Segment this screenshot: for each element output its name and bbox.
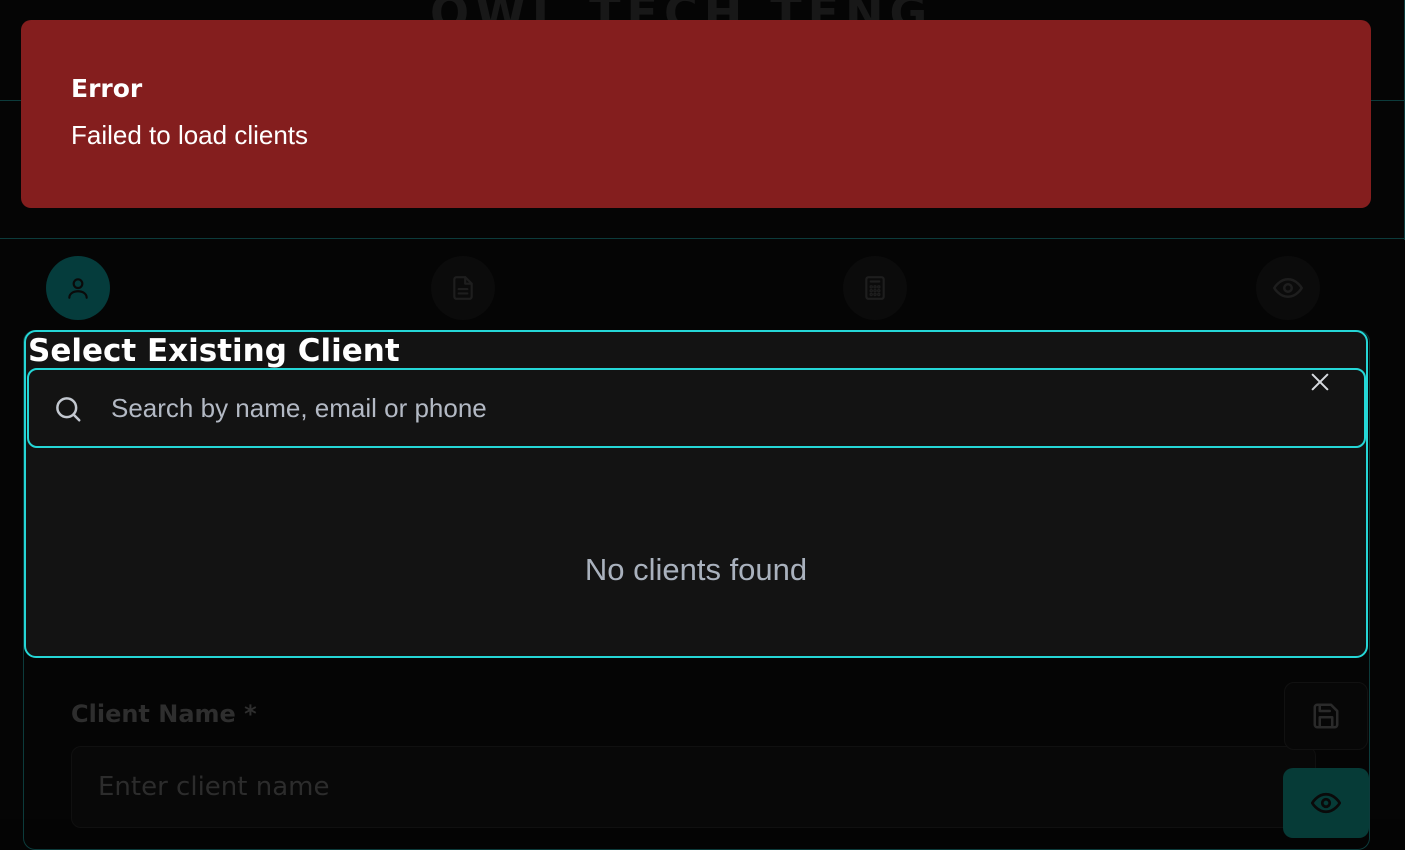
client-name-label: Client Name *	[71, 700, 257, 728]
user-icon	[68, 278, 88, 299]
step-client-info[interactable]	[46, 256, 110, 320]
section-divider	[0, 238, 1405, 239]
client-name-input[interactable]: Enter client name	[71, 746, 1316, 828]
eye-icon	[1311, 792, 1341, 814]
dialog-title: Select Existing Client	[28, 333, 400, 369]
search-icon	[56, 397, 81, 422]
error-toast: Error Failed to load clients	[21, 20, 1371, 208]
eye-icon	[1273, 278, 1303, 298]
save-button[interactable]	[1284, 682, 1368, 750]
select-client-dialog: Select Existing Client No clients found	[24, 330, 1368, 658]
step-details[interactable]	[431, 256, 495, 320]
client-name-placeholder: Enter client name	[98, 772, 330, 802]
close-icon	[1311, 373, 1329, 391]
step-pricing[interactable]	[843, 256, 907, 320]
client-search-input[interactable]	[109, 370, 1289, 446]
toast-message: Failed to load clients	[71, 120, 309, 150]
calculator-icon	[865, 276, 885, 300]
step-preview[interactable]	[1256, 256, 1320, 320]
document-icon	[453, 276, 473, 300]
client-search-box[interactable]	[27, 368, 1366, 448]
preview-button[interactable]	[1283, 768, 1369, 838]
save-icon	[1313, 703, 1339, 729]
empty-state-message: No clients found	[584, 552, 808, 587]
close-button[interactable]	[1306, 368, 1334, 396]
toast-title: Error	[71, 74, 143, 103]
